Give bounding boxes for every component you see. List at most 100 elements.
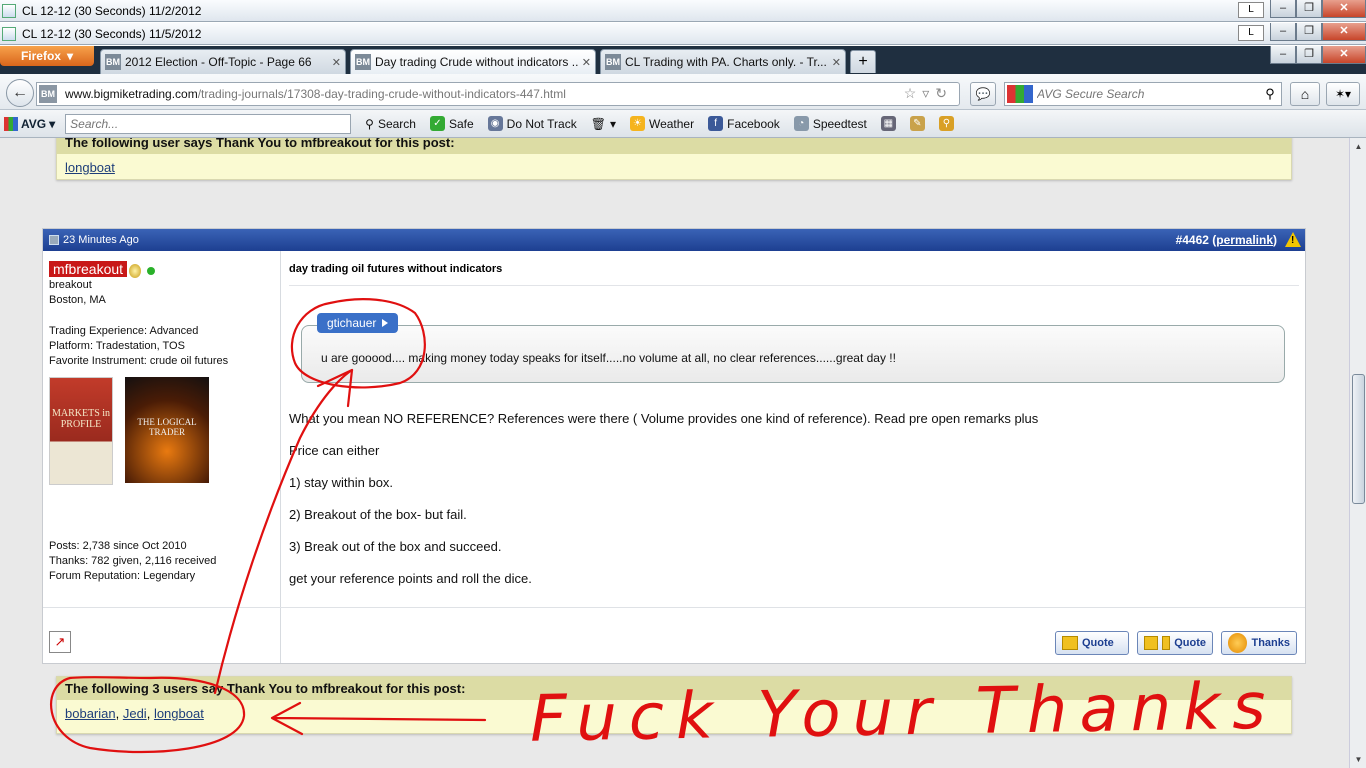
smiley-icon: [1228, 633, 1248, 653]
home-button[interactable]: ⌂: [1290, 82, 1320, 106]
post-body-line: 1) stay within box.: [289, 475, 394, 490]
site-icon: BM: [39, 85, 57, 103]
thanks-user-link[interactable]: bobarian: [65, 706, 116, 721]
link-button[interactable]: L: [1238, 25, 1264, 41]
eye-icon: ◉: [487, 116, 503, 131]
restore-button[interactable]: ❐: [1296, 0, 1322, 18]
restore-button[interactable]: ❐: [1296, 23, 1322, 41]
author-column: mfbreakout breakout Boston, MA Trading E…: [43, 251, 281, 663]
back-arrow-icon: ←: [12, 84, 28, 101]
post-body-line: What you mean NO REFERENCE? References w…: [289, 411, 1039, 426]
minimize-button[interactable]: –: [1270, 23, 1296, 41]
avg-search-button[interactable]: ⚲ Search: [365, 117, 416, 131]
bookmark-star-icon[interactable]: ☆▿↻: [904, 85, 953, 102]
thanks-user-link[interactable]: Jedi: [123, 706, 147, 721]
close-tab-icon[interactable]: ✕: [332, 56, 341, 69]
chart-window-1[interactable]: CL 12-12 (30 Seconds) 11/2/2012 L – ❐ ✕: [0, 0, 1366, 22]
avg-safe-button[interactable]: ✓ Safe: [429, 116, 474, 131]
chart-icon: [2, 26, 16, 41]
gauge-icon: ◔: [793, 116, 809, 131]
thanks-user-link[interactable]: longboat: [154, 706, 204, 721]
author-title: breakout: [49, 279, 92, 292]
report-warning-icon[interactable]: !: [1285, 232, 1301, 247]
quote-button[interactable]: Quote: [1055, 631, 1129, 655]
navigation-bar: ← BM www.bigmiketrading.com/trading-jour…: [0, 74, 1366, 110]
divider: [43, 607, 1305, 608]
thanks-user-list: longboat: [57, 154, 1291, 181]
minimize-button[interactable]: –: [1270, 0, 1296, 18]
scroll-down-icon[interactable]: ▼: [1352, 753, 1365, 766]
close-button[interactable]: ✕: [1322, 46, 1366, 64]
search-icon[interactable]: ⚲: [1259, 86, 1281, 102]
book-markets-in-profile[interactable]: MARKETS in PROFILE: [49, 377, 113, 485]
scroll-up-icon[interactable]: ▲: [1352, 140, 1365, 153]
notepad-button[interactable]: ✎: [909, 116, 925, 131]
post-actions: Quote Quote Thanks: [1055, 631, 1297, 655]
author-reputation: Forum Reputation: Legendary: [49, 570, 196, 582]
vertical-scrollbar[interactable]: ▲ ▼: [1349, 138, 1366, 768]
avg-logo[interactable]: AVG ▾: [4, 116, 55, 131]
medal-icon: [129, 264, 142, 279]
forum-post: 23 Minutes Ago #4462 (permalink) ! mfbre…: [42, 228, 1306, 664]
multiquote-button[interactable]: Quote: [1137, 631, 1213, 655]
post-time-icon: [49, 235, 59, 245]
post-header: 23 Minutes Ago #4462 (permalink) !: [43, 229, 1305, 251]
avg-search-input[interactable]: [65, 113, 352, 134]
tab-election[interactable]: BM 2012 Election - Off-Topic - Page 66 ✕: [100, 49, 346, 74]
author-posts: Posts: 2,738 since Oct 2010: [49, 540, 187, 552]
post-body-line: get your reference points and roll the d…: [289, 571, 532, 586]
minimize-button[interactable]: –: [1270, 46, 1296, 64]
calculator-button[interactable]: ▦: [880, 116, 896, 131]
trash-button[interactable]: 🗑 ▾: [591, 117, 616, 131]
restore-button[interactable]: ❐: [1296, 46, 1322, 64]
avg-secure-search[interactable]: ⚲: [1004, 82, 1282, 106]
avg-logo-icon: [1007, 85, 1033, 103]
avg-toolbar: AVG▾ ⚲Search ✓Safe ◉Do Not Track 🗑▾ ☀Wea…: [0, 110, 1366, 138]
tab-cl-trading[interactable]: BM CL Trading with PA. Charts only. - Tr…: [600, 49, 846, 74]
author-name[interactable]: mfbreakout: [49, 261, 128, 277]
new-tab-button[interactable]: +: [850, 50, 876, 73]
author-instrument: Favorite Instrument: crude oil futures: [49, 355, 229, 368]
back-button[interactable]: ←: [6, 79, 34, 107]
close-tab-icon[interactable]: ✕: [582, 56, 591, 69]
thanks-user-list: bobarian, Jedi, longboat: [65, 706, 204, 721]
quote-icon: [1062, 636, 1078, 650]
site-icon: BM: [355, 54, 371, 70]
book-logical-trader[interactable]: THE LOGICAL TRADER: [125, 377, 209, 483]
post-title: day trading oil futures without indicato…: [289, 263, 503, 275]
close-tab-icon[interactable]: ✕: [832, 56, 841, 69]
facebook-button[interactable]: f Facebook: [708, 116, 780, 131]
shield-icon: ✓: [429, 116, 445, 131]
link-button[interactable]: L: [1238, 2, 1264, 18]
post-body-line: 3) Break out of the box and succeed.: [289, 539, 502, 554]
search-input[interactable]: [1033, 87, 1259, 101]
close-button[interactable]: ✕: [1322, 23, 1366, 41]
magnifier-button[interactable]: ⚲: [938, 116, 954, 131]
speech-bubble-icon[interactable]: 💬: [970, 82, 996, 106]
permalink-link[interactable]: permalink: [1216, 233, 1273, 247]
divider: [289, 285, 1299, 286]
site-icon: BM: [605, 54, 621, 70]
url-bar[interactable]: BM www.bigmiketrading.com/trading-journa…: [36, 82, 960, 106]
page-content: The following user says Thank You to mfb…: [0, 138, 1349, 768]
thanks-user-link[interactable]: longboat: [65, 160, 115, 175]
close-button[interactable]: ✕: [1322, 0, 1366, 18]
quote-author-badge[interactable]: gtichauer: [317, 313, 399, 333]
speedtest-button[interactable]: ◔ Speedtest: [793, 116, 867, 131]
multiquote-icon: [1161, 636, 1171, 650]
post-body-line: Price can either: [289, 443, 380, 458]
chart-window-2[interactable]: CL 12-12 (30 Seconds) 11/5/2012 L – ❐ ✕: [0, 23, 1366, 45]
firefox-menu-button[interactable]: Firefox ▾: [0, 46, 94, 66]
scrollbar-thumb[interactable]: [1352, 374, 1365, 504]
author-thanks: Thanks: 782 given, 2,116 received: [49, 555, 217, 567]
author-books: MARKETS in PROFILE THE LOGICAL TRADER: [49, 377, 269, 485]
do-not-track-button[interactable]: ◉ Do Not Track: [487, 116, 577, 131]
thanks-button[interactable]: Thanks: [1221, 631, 1297, 655]
bottom-thanks-box: The following 3 users say Thank You to m…: [56, 676, 1292, 734]
weather-button[interactable]: ☀ Weather: [629, 116, 694, 131]
trading-journal-icon[interactable]: ↗: [49, 631, 71, 653]
thanks-header: The following user says Thank You to mfb…: [57, 138, 1291, 154]
tab-day-trading[interactable]: BM Day trading Crude without indicators …: [350, 49, 596, 74]
site-icon: BM: [105, 54, 121, 70]
addons-button[interactable]: ✶▾: [1326, 82, 1360, 106]
